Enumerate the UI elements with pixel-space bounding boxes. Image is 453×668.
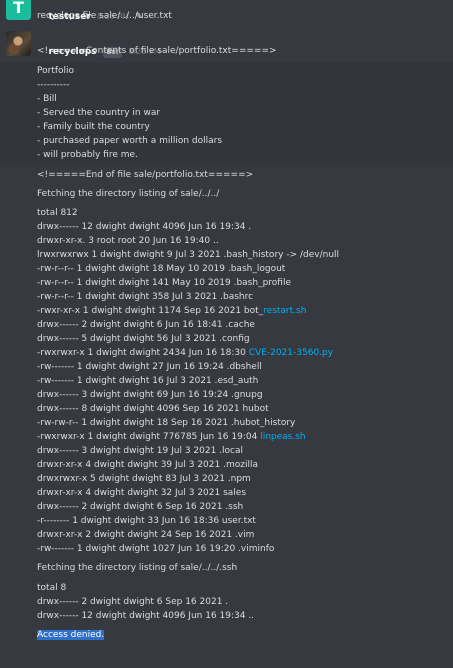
bot-message: recyclops Bot 8:26 PM <!=====Contents of f… bbox=[0, 0, 453, 668]
listing-line: -rw-r--r-- 1 dwight dwight 141 May 10 20… bbox=[37, 278, 291, 288]
file-header: <!=====Contents of file sale/portfolio.t… bbox=[37, 46, 277, 56]
fetch-status: Fetching the directory listing of sale/.… bbox=[37, 563, 238, 573]
linpeas-link[interactable]: linpeas.sh bbox=[260, 432, 305, 442]
listing-line: drwx------ 2 dwight dwight 6 Sep 16 2021… bbox=[37, 502, 244, 512]
listing-line: -r-------- 1 dwight dwight 33 Jun 16 18:… bbox=[37, 516, 256, 526]
portfolio-line: - purchased paper worth a million dollar… bbox=[37, 136, 223, 146]
listing-text: -rwxr-xr-x 1 dwight dwight 1174 Sep 16 2… bbox=[37, 306, 264, 316]
listing-line: drwx------ 12 dwight dwight 4096 Jun 16 … bbox=[37, 611, 255, 621]
listing-line: drwx------ 3 dwight dwight 19 Jul 3 2021… bbox=[37, 446, 244, 456]
portfolio-line: ---------- bbox=[37, 80, 70, 90]
listing-line: lrwxrwxrwx 1 dwight dwight 9 Jul 3 2021 … bbox=[37, 250, 340, 260]
listing-text: -rwxrwxr-x 1 dwight dwight 776785 Jun 16… bbox=[37, 432, 261, 442]
listing-line: drwxr-xr-x 4 dwight dwight 32 Jul 3 2021… bbox=[37, 488, 247, 498]
listing-line: total 8 bbox=[37, 583, 67, 593]
portfolio-line: - Bill bbox=[37, 94, 57, 104]
listing-line: drwx------ 8 dwight dwight 4096 Sep 16 2… bbox=[37, 404, 269, 414]
listing-line: -rw-r--r-- 1 dwight dwight 18 May 10 201… bbox=[37, 264, 286, 274]
listing-line: -rw-r--r-- 1 dwight dwight 358 Jul 3 202… bbox=[37, 292, 254, 302]
listing-line: -rw------- 1 dwight dwight 27 Jun 16 19:… bbox=[37, 362, 262, 372]
listing-line: -rw------- 1 dwight dwight 16 Jul 3 2021… bbox=[37, 376, 259, 386]
fetch-status: Fetching the directory listing of sale/.… bbox=[37, 189, 220, 199]
listing-line: drwx------ 12 dwight dwight 4096 Jun 16 … bbox=[37, 222, 252, 232]
listing-line: -rw------- 1 dwight dwight 1027 Jun 16 1… bbox=[37, 544, 275, 554]
restart-link[interactable]: restart.sh bbox=[263, 306, 306, 316]
listing-line: drwx------ 3 dwight dwight 69 Jun 16 19:… bbox=[37, 390, 263, 400]
listing-line: drwxr-xr-x. 3 root root 20 Jun 16 19:40 … bbox=[37, 236, 219, 246]
access-denied-message: Access denied. bbox=[37, 628, 105, 642]
listing-line: -rwxr-xr-x 1 dwight dwight 1174 Sep 16 2… bbox=[37, 304, 306, 318]
cve-link[interactable]: CVE-2021-3560.py bbox=[249, 348, 333, 358]
portfolio-line: - Family built the country bbox=[37, 122, 150, 132]
listing-line: drwx------ 2 dwight dwight 6 Jun 16 18:4… bbox=[37, 320, 255, 330]
listing-line: total 812 bbox=[37, 208, 78, 218]
listing-line: drwx------ 5 dwight dwight 56 Jul 3 2021… bbox=[37, 334, 250, 344]
listing-line: drwxrwxr-x 5 dwight dwight 83 Jul 3 2021… bbox=[37, 474, 251, 484]
listing-line: -rw-rw-r-- 1 dwight dwight 18 Sep 16 202… bbox=[37, 418, 296, 428]
access-denied-text: Access denied. bbox=[37, 630, 105, 640]
listing-line: -rwxrwxr-x 1 dwight dwight 2434 Jun 16 1… bbox=[37, 346, 333, 360]
listing-line: -rwxrwxr-x 1 dwight dwight 776785 Jun 16… bbox=[37, 430, 306, 444]
file-footer: <!=====End of file sale/portfolio.txt===… bbox=[37, 170, 254, 180]
listing-line: drwx------ 2 dwight dwight 6 Sep 16 2021… bbox=[37, 597, 229, 607]
portfolio-line: - Served the country in war bbox=[37, 108, 161, 118]
listing-text: -rwxrwxr-x 1 dwight dwight 2434 Jun 16 1… bbox=[37, 348, 249, 358]
listing-line: drwxr-xr-x 2 dwight dwight 24 Sep 16 202… bbox=[37, 530, 255, 540]
listing-line: drwxr-xr-x 4 dwight dwight 39 Jul 3 2021… bbox=[37, 460, 258, 470]
portfolio-line: Portfolio bbox=[37, 66, 75, 76]
bot-avatar[interactable] bbox=[6, 31, 31, 56]
portfolio-line: - will probably fire me. bbox=[37, 150, 138, 160]
